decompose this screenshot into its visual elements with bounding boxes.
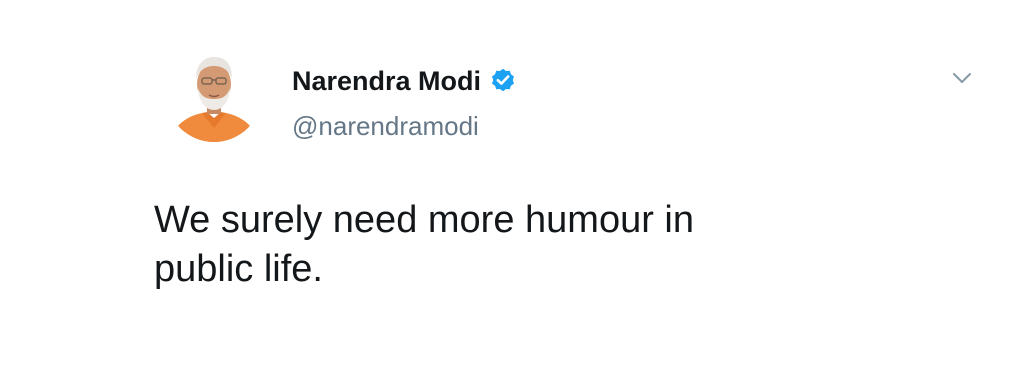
avatar-image [166, 46, 262, 142]
verified-badge-icon [489, 67, 517, 95]
author-avatar[interactable] [166, 46, 262, 142]
tweet-card[interactable]: Narendra Modi @narendramodi We surely ne… [0, 0, 1024, 388]
chevron-down-icon [953, 73, 971, 83]
tweet-menu-button[interactable] [946, 66, 978, 90]
author-display-name[interactable]: Narendra Modi [292, 64, 481, 98]
tweet-text: We surely need more humour in public lif… [154, 199, 694, 290]
author-handle[interactable]: @narendramodi [292, 110, 479, 142]
author-name-row: Narendra Modi [292, 64, 517, 98]
